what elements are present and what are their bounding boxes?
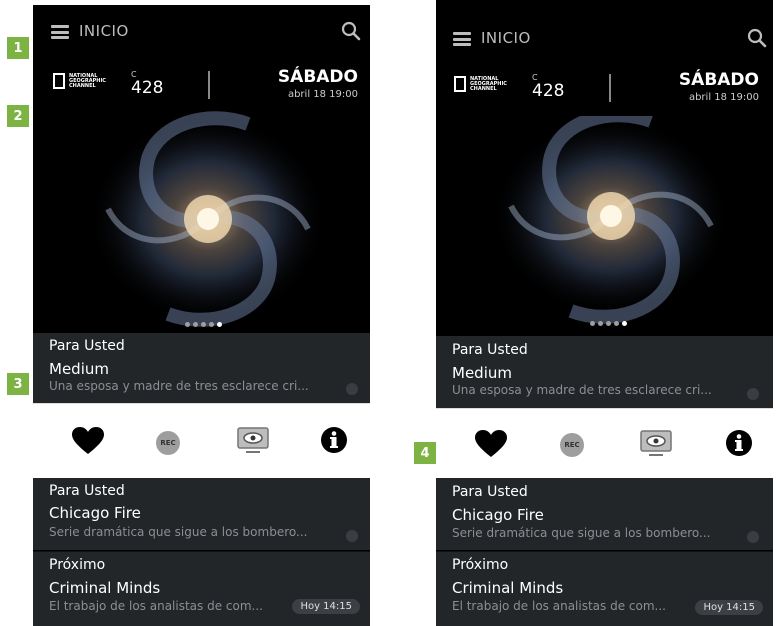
carousel-dot[interactable] bbox=[590, 321, 595, 326]
heart-icon bbox=[475, 430, 507, 457]
carousel-dot[interactable] bbox=[209, 322, 214, 327]
featured-category: Para Usted bbox=[452, 342, 528, 358]
more-icon[interactable] bbox=[747, 388, 759, 400]
search-icon[interactable] bbox=[341, 21, 361, 41]
list-item-category: Para Usted bbox=[49, 483, 125, 499]
phone-screen-left: INICIO NATIONAL GEOGRAPHIC CHANNEL C 428… bbox=[33, 5, 370, 626]
schedule-day: SÁBADO bbox=[277, 67, 358, 87]
search-icon[interactable] bbox=[747, 28, 767, 48]
channel-number: 428 bbox=[532, 81, 565, 101]
galaxy-image bbox=[436, 116, 773, 336]
list-item-description: El trabajo de los analistas de com... bbox=[452, 599, 666, 613]
menu-icon[interactable] bbox=[51, 25, 69, 39]
carousel-dot[interactable] bbox=[606, 321, 611, 326]
list-item-title: Chicago Fire bbox=[452, 506, 544, 524]
top-bar: INICIO bbox=[436, 12, 773, 66]
menu-icon[interactable] bbox=[453, 32, 471, 46]
callout-marker-3: 3 bbox=[7, 373, 29, 395]
list-item-category: Para Usted bbox=[452, 484, 528, 500]
hero-image[interactable] bbox=[33, 111, 370, 333]
carousel-dots[interactable] bbox=[185, 322, 222, 327]
carousel-dots[interactable] bbox=[590, 321, 627, 326]
rec-icon: REC bbox=[156, 431, 180, 455]
list-item-description: El trabajo de los analistas de com... bbox=[49, 599, 263, 613]
more-icon[interactable] bbox=[346, 530, 358, 542]
heart-icon bbox=[72, 427, 104, 454]
tv-eye-icon bbox=[640, 430, 672, 456]
callout-marker-4: 4 bbox=[414, 442, 436, 464]
list-item-description: Serie dramática que sigue a los bombero.… bbox=[49, 525, 308, 539]
info-button[interactable] bbox=[723, 427, 755, 459]
more-icon[interactable] bbox=[346, 383, 358, 395]
list-item-category: Próximo bbox=[49, 557, 106, 573]
schedule-day: SÁBADO bbox=[678, 70, 759, 90]
channel-divider bbox=[609, 74, 611, 102]
carousel-dot[interactable] bbox=[614, 321, 619, 326]
schedule-datetime: abril 18 19:00 bbox=[287, 89, 358, 100]
carousel-dot[interactable] bbox=[201, 322, 206, 327]
carousel-dot-active[interactable] bbox=[622, 321, 627, 326]
phone-screen-right: INICIO NATIONAL GEOGRAPHIC CHANNEL C 428… bbox=[436, 0, 773, 626]
list-item-title: Criminal Minds bbox=[49, 579, 161, 597]
channel-row: NATIONAL GEOGRAPHIC CHANNEL C 428 SÁBADO… bbox=[436, 64, 773, 116]
channel-number: 428 bbox=[131, 78, 164, 98]
carousel-dot-active[interactable] bbox=[217, 322, 222, 327]
favorite-button[interactable] bbox=[71, 424, 105, 458]
list-item[interactable]: Para Usted Chicago Fire Serie dramática … bbox=[33, 478, 370, 550]
header-title: INICIO bbox=[481, 29, 531, 47]
featured-description: Una esposa y madre de tres esclarece cri… bbox=[49, 379, 309, 393]
watch-button[interactable] bbox=[639, 427, 673, 461]
list-item[interactable]: Próximo Criminal Minds El trabajo de los… bbox=[436, 551, 773, 626]
info-icon bbox=[726, 430, 752, 456]
action-bar: REC bbox=[436, 408, 773, 480]
more-icon[interactable] bbox=[747, 531, 759, 543]
channel-divider bbox=[208, 71, 210, 99]
schedule-datetime: abril 18 19:00 bbox=[688, 92, 759, 103]
time-badge: Hoy 14:15 bbox=[695, 600, 763, 615]
record-button[interactable]: REC bbox=[154, 429, 182, 457]
list-item-title: Chicago Fire bbox=[49, 504, 141, 522]
channel-row: NATIONAL GEOGRAPHIC CHANNEL C 428 SÁBADO… bbox=[33, 61, 370, 113]
channel-logo: NATIONAL GEOGRAPHIC CHANNEL bbox=[454, 76, 507, 92]
rec-icon: REC bbox=[560, 433, 584, 457]
featured-title: Medium bbox=[452, 364, 512, 382]
top-bar: INICIO bbox=[33, 5, 370, 59]
watch-button[interactable] bbox=[236, 424, 270, 458]
featured-category: Para Usted bbox=[49, 338, 125, 354]
list-item[interactable]: Próximo Criminal Minds El trabajo de los… bbox=[33, 551, 370, 626]
action-bar: REC bbox=[33, 403, 370, 479]
list-item-description: Serie dramática que sigue a los bombero.… bbox=[452, 526, 711, 540]
callout-marker-2: 2 bbox=[7, 105, 29, 127]
info-icon bbox=[321, 427, 347, 453]
channel-logo: NATIONAL GEOGRAPHIC CHANNEL bbox=[53, 73, 106, 89]
favorite-button[interactable] bbox=[474, 427, 508, 461]
carousel-dot[interactable] bbox=[193, 322, 198, 327]
galaxy-image bbox=[33, 111, 370, 333]
featured-description: Una esposa y madre de tres esclarece cri… bbox=[452, 383, 712, 397]
tv-eye-icon bbox=[237, 427, 269, 453]
featured-card[interactable]: Para Usted Medium Una esposa y madre de … bbox=[436, 336, 773, 408]
carousel-dot[interactable] bbox=[598, 321, 603, 326]
record-button[interactable]: REC bbox=[558, 431, 586, 459]
list-item-title: Criminal Minds bbox=[452, 579, 564, 597]
header-title: INICIO bbox=[79, 22, 129, 40]
list-item-category: Próximo bbox=[452, 557, 509, 573]
info-button[interactable] bbox=[318, 424, 350, 456]
featured-card[interactable]: Para Usted Medium Una esposa y madre de … bbox=[33, 333, 370, 403]
featured-title: Medium bbox=[49, 360, 109, 378]
list-item[interactable]: Para Usted Chicago Fire Serie dramática … bbox=[436, 478, 773, 550]
time-badge: Hoy 14:15 bbox=[292, 599, 360, 614]
hero-image[interactable] bbox=[436, 116, 773, 336]
callout-marker-1: 1 bbox=[7, 37, 29, 59]
carousel-dot[interactable] bbox=[185, 322, 190, 327]
